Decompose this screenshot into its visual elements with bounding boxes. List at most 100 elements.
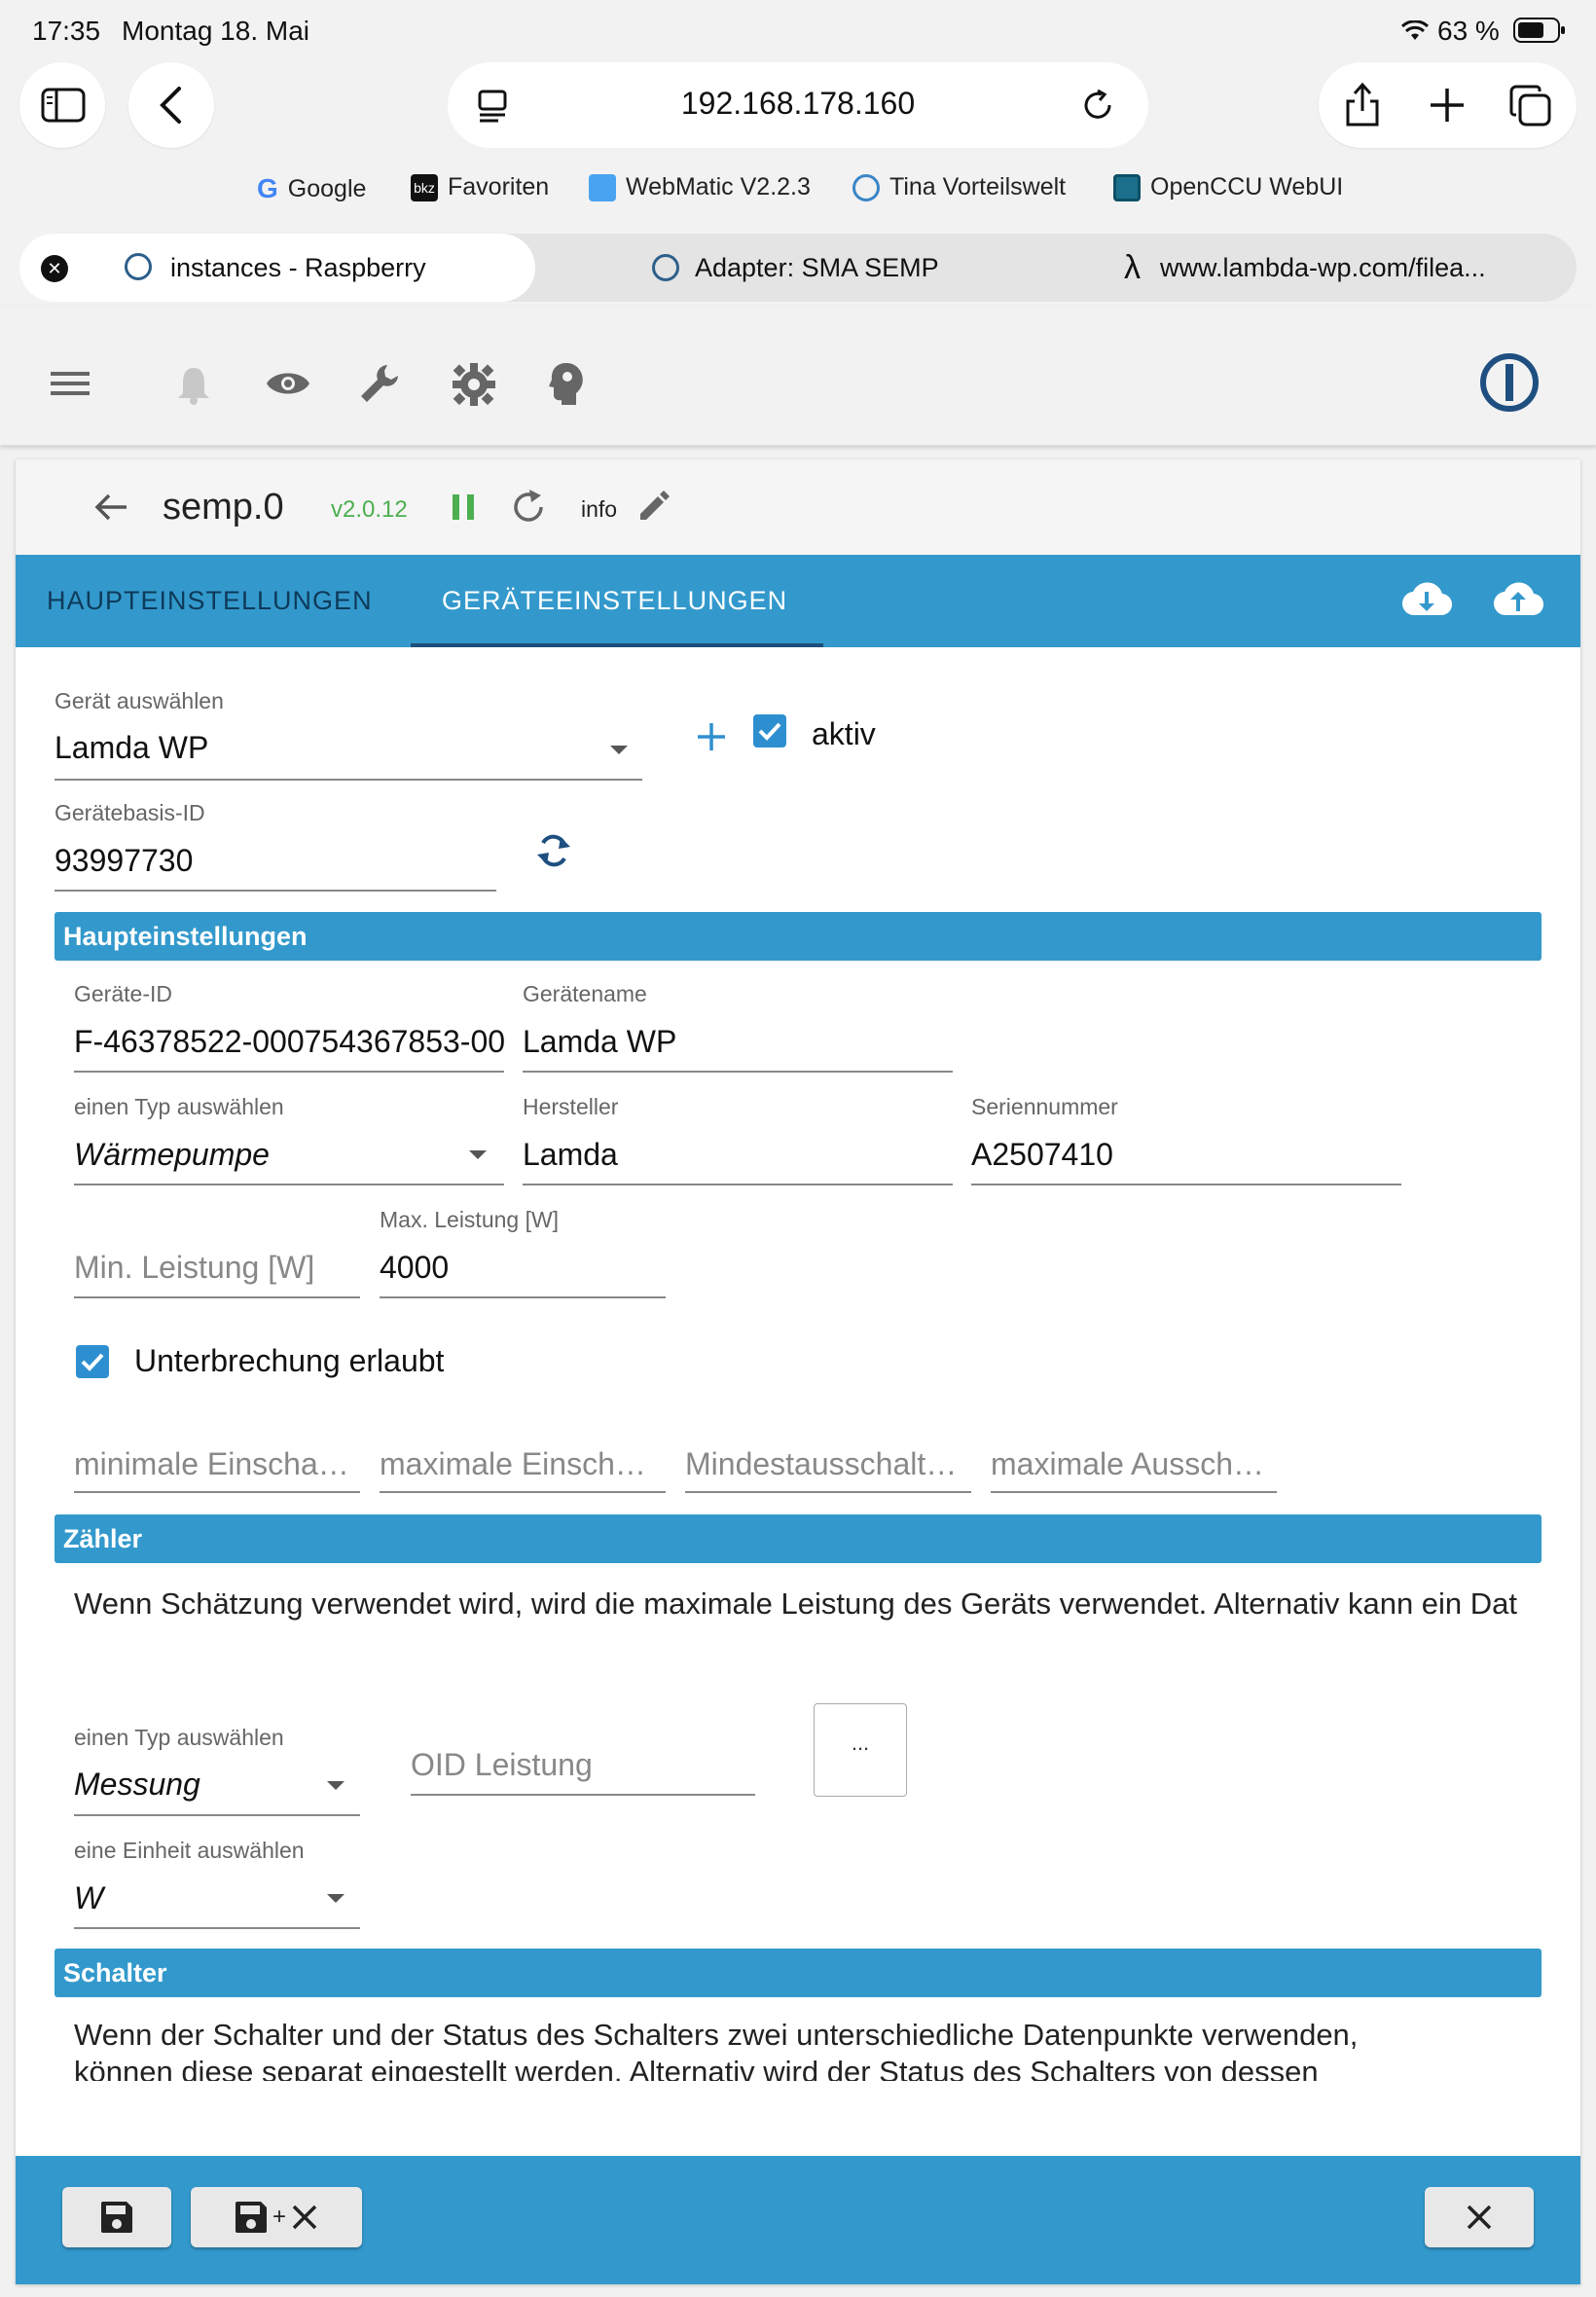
share-icon[interactable]: [1343, 80, 1382, 128]
max-off-time-input[interactable]: maximale Aussch…: [991, 1446, 1275, 1482]
settings-tab-bar: HAUPTEINSTELLUNGEN GERÄTEEINSTELLUNGEN: [16, 555, 1580, 647]
refresh-id-icon[interactable]: [535, 829, 572, 872]
new-tab-icon[interactable]: [1428, 86, 1467, 125]
browser-tab-bar: ✕ instances - Raspberry Adapter: SMA SEM…: [19, 234, 1577, 302]
gear-icon[interactable]: [452, 362, 496, 407]
status-date: Montag 18. Mai: [122, 16, 309, 46]
edit-icon[interactable]: [636, 489, 671, 524]
browser-actions: [1319, 62, 1577, 148]
counter-type-select[interactable]: Messung: [74, 1767, 317, 1803]
min-on-time-input[interactable]: minimale Einscha…: [74, 1446, 358, 1482]
dropdown-arrow-icon[interactable]: [469, 1150, 487, 1159]
section-switch: Schalter: [54, 1949, 1542, 1997]
bookmark-google[interactable]: G Google: [257, 173, 366, 204]
device-type-select[interactable]: Wärmepumpe: [74, 1137, 463, 1173]
battery-icon: [1513, 18, 1566, 50]
status-bar: 17:35 Montag 18. Mai 63 %: [0, 0, 1596, 58]
save-icon: [235, 2202, 267, 2233]
unit-select[interactable]: W: [74, 1880, 317, 1916]
dropdown-arrow-icon[interactable]: [327, 1894, 345, 1903]
min-off-time-input[interactable]: Mindestausschalt…: [685, 1446, 969, 1482]
menu-icon[interactable]: [51, 370, 90, 397]
device-select-label: Gerät auswählen: [54, 688, 224, 713]
cloud-download-icon[interactable]: [1401, 580, 1452, 619]
device-select[interactable]: Lamda WP: [54, 730, 599, 766]
close-icon: [1467, 2205, 1492, 2230]
min-power-input[interactable]: Min. Leistung [W]: [74, 1250, 356, 1286]
bookmark-webmatic[interactable]: WebMatic V2.2.3: [589, 173, 811, 201]
vendor-label: Hersteller: [523, 1094, 619, 1119]
close-button[interactable]: [1425, 2187, 1534, 2247]
browser-tab-instances[interactable]: ✕ instances - Raspberry: [19, 234, 535, 302]
switch-description: Wenn der Schalter und der Status des Sch…: [74, 2018, 1359, 2081]
serial-label: Seriennummer: [971, 1094, 1118, 1119]
base-id-input[interactable]: 93997730: [54, 843, 492, 879]
bookmark-favoriten[interactable]: bkz Favoriten: [411, 173, 549, 201]
sidebar-toggle-button[interactable]: [19, 62, 105, 148]
reload-icon[interactable]: [1080, 88, 1115, 123]
max-on-time-input[interactable]: maximale Einsch…: [380, 1446, 664, 1482]
tab-overview-icon[interactable]: [1508, 84, 1553, 128]
restart-icon[interactable]: [510, 489, 547, 526]
device-id-input[interactable]: F-46378522-000754367853-00: [74, 1024, 504, 1060]
iobroker-icon: [125, 253, 152, 280]
close-icon: [292, 2205, 317, 2230]
browse-oid-button[interactable]: ...: [814, 1703, 907, 1797]
wifi-icon: [1400, 18, 1430, 49]
browser-tab-lambda[interactable]: λ www.lambda-wp.com/filea...: [1124, 234, 1486, 302]
url-text: 192.168.178.160: [680, 86, 916, 121]
save-and-close-button[interactable]: +: [191, 2187, 362, 2247]
add-device-icon[interactable]: [695, 720, 728, 753]
bkz-icon: bkz: [411, 173, 438, 201]
lambda-icon: λ: [1124, 248, 1141, 286]
vendor-input[interactable]: Lamda: [523, 1137, 951, 1173]
browser-tab-adapter[interactable]: Adapter: SMA SEMP: [652, 234, 939, 302]
instance-header: semp.0 v2.0.12 info: [16, 459, 1580, 555]
serial-input[interactable]: A2507410: [971, 1137, 1399, 1173]
interrupt-checkbox[interactable]: [76, 1345, 109, 1378]
device-name-input[interactable]: Lamda WP: [523, 1024, 951, 1060]
section-main-settings: Haupteinstellungen: [54, 912, 1542, 961]
cloud-upload-icon[interactable]: [1493, 580, 1543, 619]
chevron-left-icon: [160, 87, 181, 124]
section-counter: Zähler: [54, 1514, 1542, 1563]
status-time: 17:35: [32, 16, 101, 46]
interrupt-label: Unterbrechung erlaubt: [134, 1343, 445, 1378]
back-button[interactable]: [128, 62, 214, 148]
url-bar[interactable]: 192.168.178.160: [448, 62, 1148, 148]
wrench-icon[interactable]: [358, 362, 401, 405]
google-icon: G: [257, 173, 278, 203]
max-power-input[interactable]: 4000: [380, 1250, 662, 1286]
dropdown-arrow-icon[interactable]: [327, 1781, 345, 1790]
arrow-left-icon[interactable]: [93, 492, 128, 522]
tab-device-settings[interactable]: GERÄTEEINSTELLUNGEN: [442, 555, 787, 647]
save-icon: [101, 2202, 132, 2233]
max-power-label: Max. Leistung [W]: [380, 1207, 560, 1232]
expert-mode-icon[interactable]: [547, 360, 586, 407]
active-tab-indicator: [411, 643, 823, 647]
counter-type-label: einen Typ auswählen: [74, 1725, 284, 1750]
counter-description: Wenn Schätzung verwendet wird, wird die …: [74, 1586, 1518, 1621]
bookmark-openccu[interactable]: OpenCCU WebUI: [1113, 173, 1343, 201]
openccu-icon: [1113, 173, 1141, 201]
tab-main-settings[interactable]: HAUPTEINSTELLUNGEN: [47, 555, 373, 647]
plus-icon: +: [272, 2204, 286, 2230]
active-checkbox[interactable]: [753, 714, 786, 747]
active-label: aktiv: [812, 716, 876, 751]
eye-icon[interactable]: [265, 368, 311, 399]
base-id-label: Gerätebasis-ID: [54, 800, 205, 825]
iobroker-logo-icon[interactable]: [1479, 352, 1540, 413]
instance-name: semp.0: [163, 487, 284, 528]
checkmark-icon: [758, 722, 781, 741]
close-tab-icon[interactable]: ✕: [41, 255, 68, 282]
save-button[interactable]: [62, 2187, 171, 2247]
oid-power-input[interactable]: OID Leistung: [411, 1747, 751, 1783]
bookmark-tina[interactable]: Tina Vorteilswelt: [852, 173, 1066, 201]
instance-version: v2.0.12: [331, 496, 408, 523]
instance-info[interactable]: info: [581, 496, 617, 523]
checkmark-icon: [81, 1353, 104, 1371]
pause-icon[interactable]: [450, 492, 477, 522]
device-name-label: Gerätename: [523, 981, 647, 1006]
bell-icon[interactable]: [175, 364, 212, 405]
dropdown-arrow-icon[interactable]: [610, 746, 628, 754]
